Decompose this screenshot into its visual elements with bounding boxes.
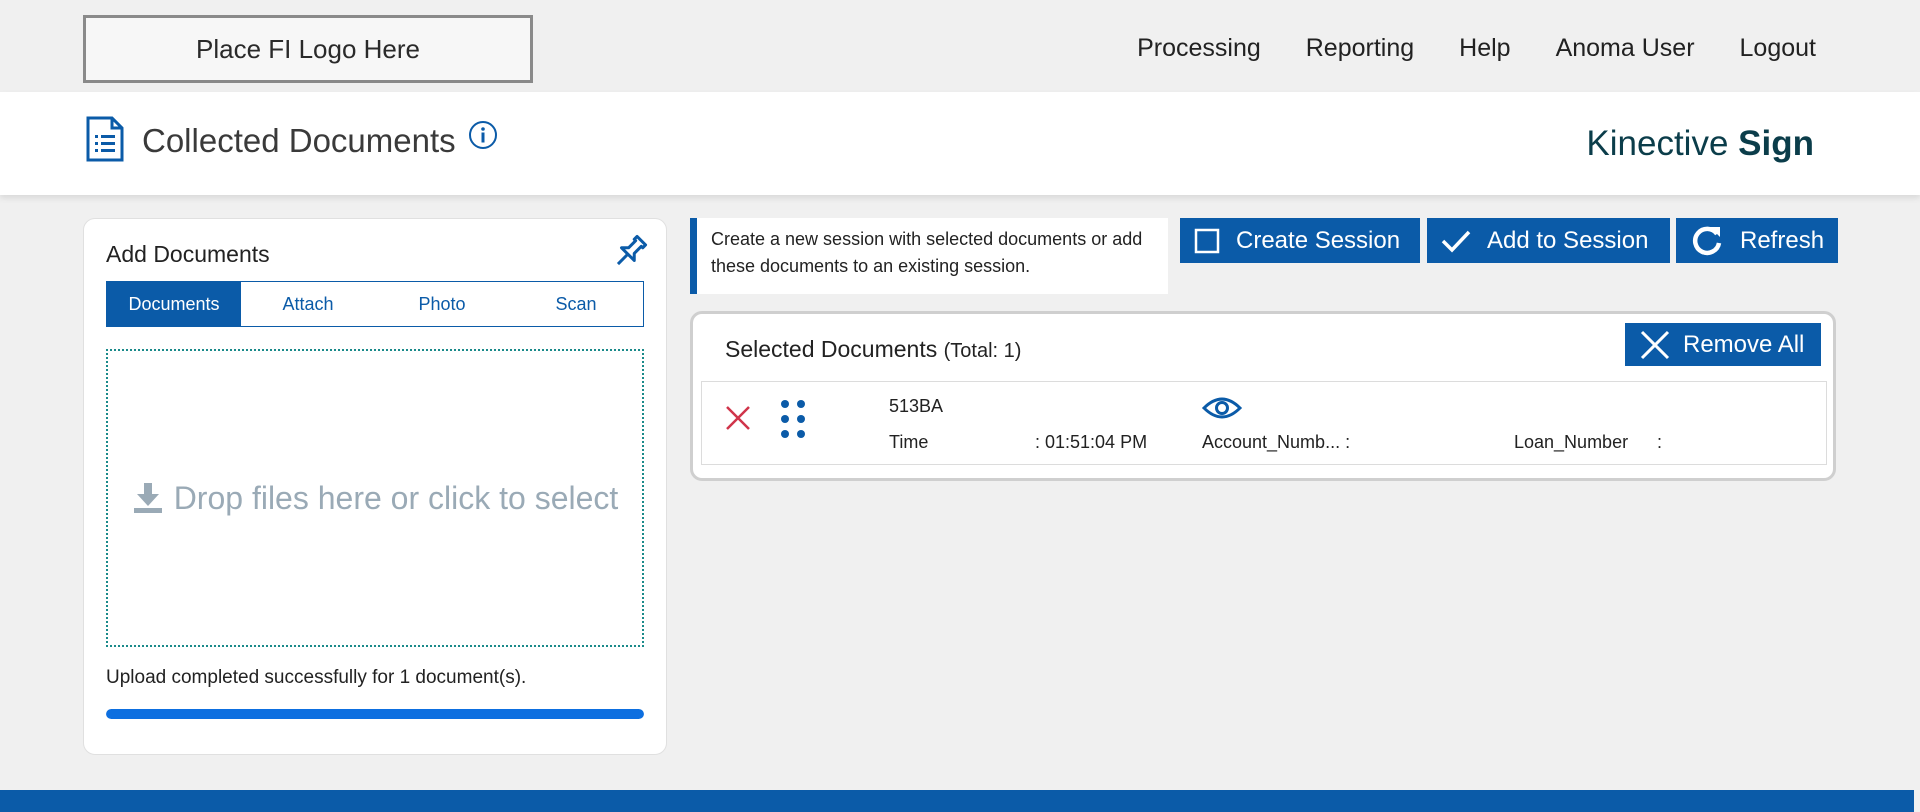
page-title: Collected Documents xyxy=(142,122,456,159)
account-number-label: Account_Numb... : xyxy=(1202,432,1351,452)
time-value: : 01:51:04 PM xyxy=(1035,432,1148,452)
brand-bold: Sign xyxy=(1738,124,1814,163)
page-header: Collected Documents Kinective Sign xyxy=(0,92,1920,195)
document-name: 513BA xyxy=(889,396,944,416)
upload-progress-bar xyxy=(106,709,644,719)
drag-handle-icon[interactable] xyxy=(778,398,808,440)
nav-user[interactable]: Anoma User xyxy=(1556,34,1695,63)
upload-progress-fill xyxy=(106,709,644,719)
selected-total: (Total: 1) xyxy=(943,340,1022,362)
add-to-session-label: Add to Session xyxy=(1487,226,1649,254)
main-nav: Processing Reporting Help Anoma User Log… xyxy=(1092,34,1816,63)
add-to-session-button[interactable]: Add to Session xyxy=(1427,218,1670,263)
tab-photo[interactable]: Photo xyxy=(375,282,509,326)
dropzone-text: Drop files here or click to select xyxy=(173,479,619,516)
add-documents-title: Add Documents xyxy=(106,241,270,267)
kinective-sign-logo: Kinective Sign xyxy=(1586,124,1814,164)
loan-number-value: : xyxy=(1657,432,1663,452)
tab-documents[interactable]: Documents xyxy=(107,282,241,326)
nav-reporting[interactable]: Reporting xyxy=(1306,34,1414,63)
create-session-label: Create Session xyxy=(1236,226,1401,254)
selected-document-row: 513BA Time : 01:51:04 PM Account_Numb...… xyxy=(701,381,1827,465)
square-icon xyxy=(1194,228,1220,253)
add-documents-panel: Add Documents Documents Attach Photo Sca… xyxy=(83,218,667,755)
refresh-label: Refresh xyxy=(1740,226,1825,254)
nav-processing[interactable]: Processing xyxy=(1137,34,1261,63)
pin-icon[interactable] xyxy=(610,232,650,272)
brand-regular: Kinective xyxy=(1586,124,1729,163)
remove-all-label: Remove All xyxy=(1683,330,1805,358)
selected-title-text: Selected Documents xyxy=(725,336,938,362)
close-icon xyxy=(1640,330,1670,359)
checkmark-icon xyxy=(1441,230,1471,253)
upload-source-tabs: Documents Attach Photo Scan xyxy=(106,281,644,327)
loan-number-label: Loan_Number xyxy=(1514,432,1629,452)
tab-scan[interactable]: Scan xyxy=(509,282,643,326)
view-eye-icon[interactable] xyxy=(1202,394,1242,422)
download-icon xyxy=(133,483,162,513)
tab-attach[interactable]: Attach xyxy=(241,282,375,326)
refresh-icon xyxy=(1692,226,1722,255)
create-session-button[interactable]: Create Session xyxy=(1180,218,1420,263)
info-icon[interactable] xyxy=(468,120,498,150)
fi-logo-placeholder: Place FI Logo Here xyxy=(83,15,533,83)
top-bar: Place FI Logo Here Processing Reporting … xyxy=(0,0,1920,92)
selected-documents-title: Selected Documents (Total: 1) xyxy=(725,336,1021,363)
remove-all-button[interactable]: Remove All xyxy=(1625,323,1821,366)
file-dropzone[interactable]: Drop files here or click to select xyxy=(106,349,644,647)
footer-bar xyxy=(0,790,1914,812)
nav-logout[interactable]: Logout xyxy=(1740,34,1816,63)
nav-help[interactable]: Help xyxy=(1459,34,1510,63)
upload-status: Upload completed successfully for 1 docu… xyxy=(106,667,527,688)
session-hint: Create a new session with selected docum… xyxy=(690,218,1168,294)
remove-document-icon[interactable] xyxy=(724,404,752,432)
document-list-icon xyxy=(86,116,124,162)
time-label: Time xyxy=(889,432,929,452)
refresh-button[interactable]: Refresh xyxy=(1676,218,1838,263)
selected-documents-panel: Selected Documents (Total: 1) Remove All… xyxy=(690,311,1836,481)
